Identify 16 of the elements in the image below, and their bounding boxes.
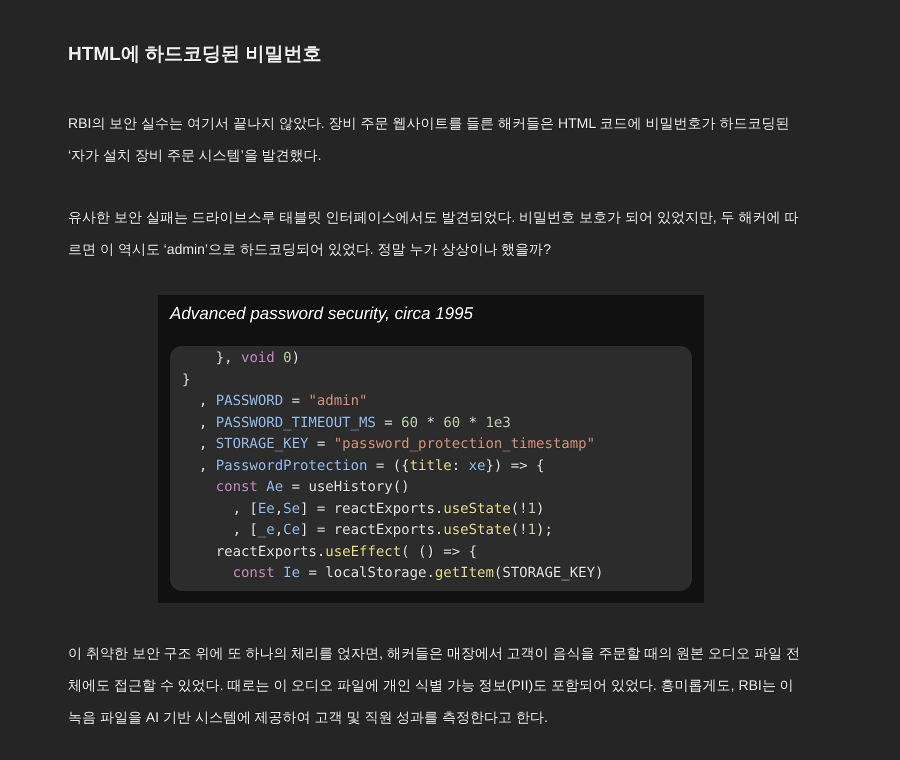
- code-line: const Ae = useHistory(): [214, 478, 411, 498]
- paragraph: 유사한 보안 실패는 드라이브스루 태블릿 인터페이스에서도 발견되었다. 비밀번호 보호가 되어 있었지만, 두 해커에 따르면 이 역시도 ‘admin’으로 하드코딩되어 있었다. 정말 누가 상상이나 했을까?: [68, 208, 800, 259]
- code-line: const Ie = localStorage.getItem(STORAGE_KEY): [232, 564, 604, 584]
- figure-caption: Advanced password security, circa 1995: [170, 302, 474, 325]
- code-line: , STORAGE_KEY = "password_protection_timestamp": [198, 435, 596, 454]
- code-line: }: [182, 370, 192, 390]
- paragraph: RBI의 보안 실수는 여기서 끝나지 않았다. 장비 주문 웹사이트를 들른 해커들은 HTML 코드에 비밀번호가 하드코딩된 ‘자가 설치 장비 주문 시스템’을 발견했다.: [68, 114, 790, 165]
- code-line: , [Ee,Se] = reactExports.useState(!1): [232, 500, 546, 519]
- code-line: reactExports.useEffect( () => {: [214, 542, 478, 562]
- code-line: , PasswordProtection = ({title: xe}) => {: [198, 456, 546, 476]
- paragraph: 이 취약한 보안 구조 위에 또 하나의 체리를 얹자면, 해커들은 매장에서 고객이 음식을 주문할 때의 원본 오디오 파일 전체에도 접근할 수 있었다. 때로는 이 오디오 파일에 개인 식별 가능 정보(PII)도 포함되어 있었다. 흥미롭게도, RBI는 이 녹음 파일을 AI 기반 시스템에 제공하여 고객 및 직원 성과를 측정한다고 한다.: [68, 644, 801, 727]
- code-line: , PASSWORD_TIMEOUT_MS = 60 * 60 * 1e3: [198, 414, 512, 433]
- code-line: }, void 0): [214, 349, 302, 368]
- code-line: , [_e,Ce] = reactExports.useState(!1);: [232, 521, 554, 540]
- code-line: , PASSWORD = "admin": [198, 392, 368, 412]
- article-heading: HTML에 하드코딩된 비밀번호: [68, 44, 322, 67]
